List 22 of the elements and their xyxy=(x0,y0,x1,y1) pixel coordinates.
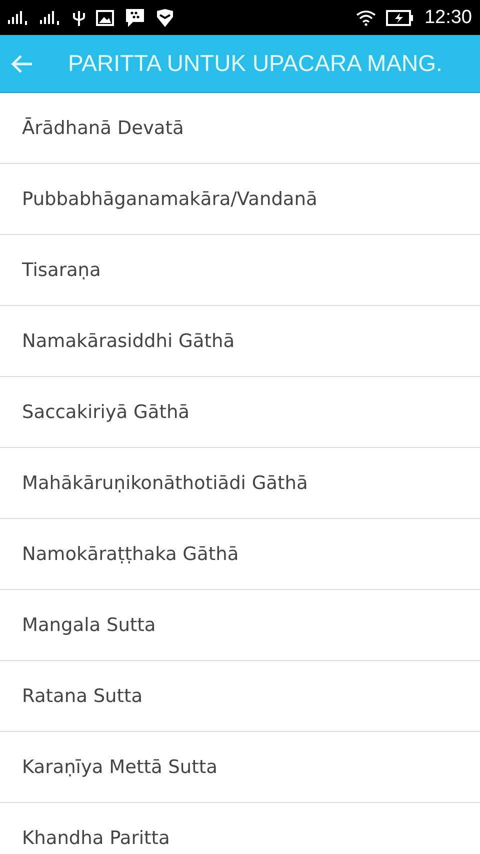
list-item[interactable]: Namakārasiddhi Gāthā xyxy=(0,306,480,377)
usb-icon xyxy=(72,8,86,26)
signal-icon xyxy=(8,10,30,24)
list-item[interactable]: Namokāraṭṭhaka Gāthā xyxy=(0,519,480,590)
list-item[interactable]: Ārādhanā Devatā xyxy=(0,93,480,164)
signal-icon xyxy=(40,10,62,24)
wifi-icon xyxy=(356,10,376,26)
shield-icon xyxy=(156,8,174,26)
clock: 12:30 xyxy=(424,6,472,28)
list-item[interactable]: Mangala Sutta xyxy=(0,590,480,661)
back-arrow-icon xyxy=(10,54,34,74)
list-item[interactable]: Tisaraṇa xyxy=(0,235,480,306)
list-item[interactable]: Pubbabhāganamakāra/Vandanā xyxy=(0,164,480,235)
list-item[interactable]: Saccakiriyā Gāthā xyxy=(0,377,480,448)
battery-icon xyxy=(386,10,414,26)
list-item[interactable]: Karaṇīya Mettā Sutta xyxy=(0,732,480,803)
list-item[interactable]: Khandha Paritta xyxy=(0,803,480,854)
list-item[interactable]: Ratana Sutta xyxy=(0,661,480,732)
chat-icon xyxy=(124,8,146,28)
list-item[interactable]: Mahākāruṇikonāthotiādi Gāthā xyxy=(0,448,480,519)
screen-title: PARITTA UNTUK UPACARA MANG. xyxy=(68,50,442,77)
image-icon xyxy=(96,10,114,26)
